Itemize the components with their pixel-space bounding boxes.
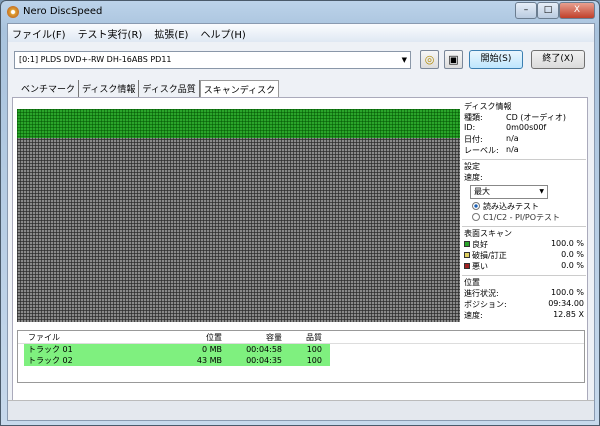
position-label: ポジション: bbox=[464, 300, 507, 309]
minimize-button[interactable]: – bbox=[515, 2, 537, 19]
bad-value: 0.0 % bbox=[561, 261, 584, 270]
type-value: CD (オーディオ) bbox=[506, 113, 566, 122]
c1c2-test-label: C1/C2 - PI/POテスト bbox=[483, 213, 561, 222]
settings-section: 設定 速度: 最大 ▼ 読み込みテスト C1/C2 - PI/POテスト bbox=[462, 160, 586, 227]
id-label: ID: bbox=[464, 123, 476, 132]
maximize-button[interactable]: □ bbox=[537, 2, 559, 19]
exit-button[interactable]: 終了(X) bbox=[531, 50, 585, 69]
col-size[interactable]: 容量 bbox=[222, 332, 282, 343]
speed-label: 速度: bbox=[464, 173, 483, 182]
progress-label: 進行状況: bbox=[464, 289, 499, 298]
tab-disc-info[interactable]: ディスク情報 bbox=[79, 80, 140, 98]
close-button[interactable]: X bbox=[559, 2, 595, 19]
radio-selected-icon bbox=[472, 202, 480, 210]
col-position[interactable]: 位置 bbox=[134, 332, 222, 343]
tab-benchmark[interactable]: ベンチマーク bbox=[18, 80, 80, 98]
label-value: n/a bbox=[506, 145, 519, 154]
list-header: ファイル 位置 容量 品質 bbox=[18, 331, 584, 344]
tab-scan-disc[interactable]: スキャンディスク bbox=[199, 80, 280, 98]
current-speed-value: 12.85 X bbox=[553, 310, 584, 319]
progress-value: 100.0 % bbox=[550, 288, 584, 297]
position-heading: 位置 bbox=[464, 278, 480, 287]
tab-disc-quality[interactable]: ディスク品質 bbox=[139, 80, 200, 98]
id-value: 0m00s00f bbox=[506, 123, 547, 132]
cell-quality: 100 bbox=[306, 356, 322, 365]
menu-test[interactable]: テスト実行(R) bbox=[78, 26, 143, 41]
col-file[interactable]: ファイル bbox=[24, 332, 134, 343]
cell-position: 0 MB bbox=[201, 345, 222, 354]
c1c2-test-radio[interactable]: C1/C2 - PI/POテスト bbox=[464, 212, 584, 223]
col-quality[interactable]: 品質 bbox=[282, 332, 322, 343]
current-speed-label: 速度: bbox=[464, 311, 483, 320]
menu-extend[interactable]: 拡張(E) bbox=[154, 26, 188, 41]
info-sidebar: ディスク情報 種類: CD (オーディオ) ID: 0m00s00f 日付: n/a … bbox=[462, 100, 586, 324]
bad-legend-icon bbox=[464, 263, 470, 269]
damaged-value: 0.0 % bbox=[561, 250, 584, 259]
good-value: 100.0 % bbox=[550, 239, 584, 248]
table-row[interactable]: トラック 02 43 MB 00:04:35 100 bbox=[24, 355, 330, 366]
cell-size: 00:04:58 bbox=[246, 345, 282, 354]
radio-icon bbox=[472, 213, 480, 221]
label-label: レーベル: bbox=[464, 146, 499, 155]
tab-bar: ベンチマーク ディスク情報 ディスク品質 スキャンディスク bbox=[18, 80, 280, 98]
settings-heading: 設定 bbox=[464, 162, 480, 171]
speed-value: 最大 bbox=[474, 187, 490, 196]
position-value: 09:34.00 bbox=[548, 299, 584, 308]
table-row[interactable]: トラック 01 0 MB 00:04:58 100 bbox=[24, 344, 330, 355]
surface-scan-section: 表面スキャン 良好 100.0 % 破損/訂正 0.0 % 悪い 0.0 % bbox=[462, 227, 586, 276]
status-bar bbox=[8, 400, 594, 420]
date-value: n/a bbox=[506, 134, 519, 143]
track-list: ファイル 位置 容量 品質 トラック 01 0 MB 00:04:58 100 トラッ… bbox=[17, 330, 585, 383]
menu-help[interactable]: ヘルプ(H) bbox=[200, 26, 245, 41]
drive-value: [0:1] PLDS DVD+-RW DH-16ABS PD11 bbox=[19, 55, 172, 64]
app-icon bbox=[7, 6, 19, 18]
bad-label: 悪い bbox=[472, 262, 488, 271]
menu-bar: ファイル(F) テスト実行(R) 拡張(E) ヘルプ(H) bbox=[8, 24, 594, 42]
drive-info-button[interactable]: ◎ bbox=[420, 50, 439, 69]
chevron-down-icon: ▼ bbox=[539, 188, 544, 195]
cell-quality: 100 bbox=[306, 345, 322, 354]
drive-select[interactable]: [0:1] PLDS DVD+-RW DH-16ABS PD11 ▼ bbox=[14, 51, 411, 69]
cell-file: トラック 01 bbox=[28, 345, 73, 354]
position-section: 位置 進行状況: 100.0 % ポジション: 09:34.00 速度: 12.85 … bbox=[462, 276, 586, 324]
window-title: Nero DiscSpeed bbox=[23, 6, 103, 17]
read-test-radio[interactable]: 読み込みテスト bbox=[464, 201, 584, 212]
disc-info-section: ディスク情報 種類: CD (オーディオ) ID: 0m00s00f 日付: n/a … bbox=[462, 100, 586, 160]
client-area: ファイル(F) テスト実行(R) 拡張(E) ヘルプ(H) [0:1] PLDS… bbox=[7, 23, 595, 421]
disc-info-heading: ディスク情報 bbox=[464, 102, 512, 111]
disc-icon: ◎ bbox=[424, 53, 435, 66]
cell-position: 43 MB bbox=[196, 356, 222, 365]
surface-heading: 表面スキャン bbox=[464, 229, 512, 238]
damaged-label: 破損/訂正 bbox=[472, 251, 507, 260]
cell-file: トラック 02 bbox=[28, 356, 73, 365]
speed-select[interactable]: 最大 ▼ bbox=[470, 185, 548, 199]
cell-size: 00:04:35 bbox=[246, 356, 282, 365]
good-legend-icon bbox=[464, 241, 470, 247]
scan-grid bbox=[17, 109, 460, 322]
type-label: 種類: bbox=[464, 113, 483, 122]
good-label: 良好 bbox=[472, 240, 488, 249]
save-icon: ▣ bbox=[448, 53, 459, 66]
damaged-legend-icon bbox=[464, 252, 470, 258]
scanned-good-blocks bbox=[17, 109, 460, 138]
start-button[interactable]: 開始(S) bbox=[469, 50, 523, 69]
menu-file[interactable]: ファイル(F) bbox=[12, 26, 66, 41]
app-window: Nero DiscSpeed – □ X ファイル(F) テスト実行(R) 拡張… bbox=[0, 0, 600, 426]
date-label: 日付: bbox=[464, 135, 483, 144]
read-test-label: 読み込みテスト bbox=[483, 202, 539, 211]
chevron-down-icon: ▼ bbox=[401, 56, 407, 64]
save-button[interactable]: ▣ bbox=[444, 50, 463, 69]
